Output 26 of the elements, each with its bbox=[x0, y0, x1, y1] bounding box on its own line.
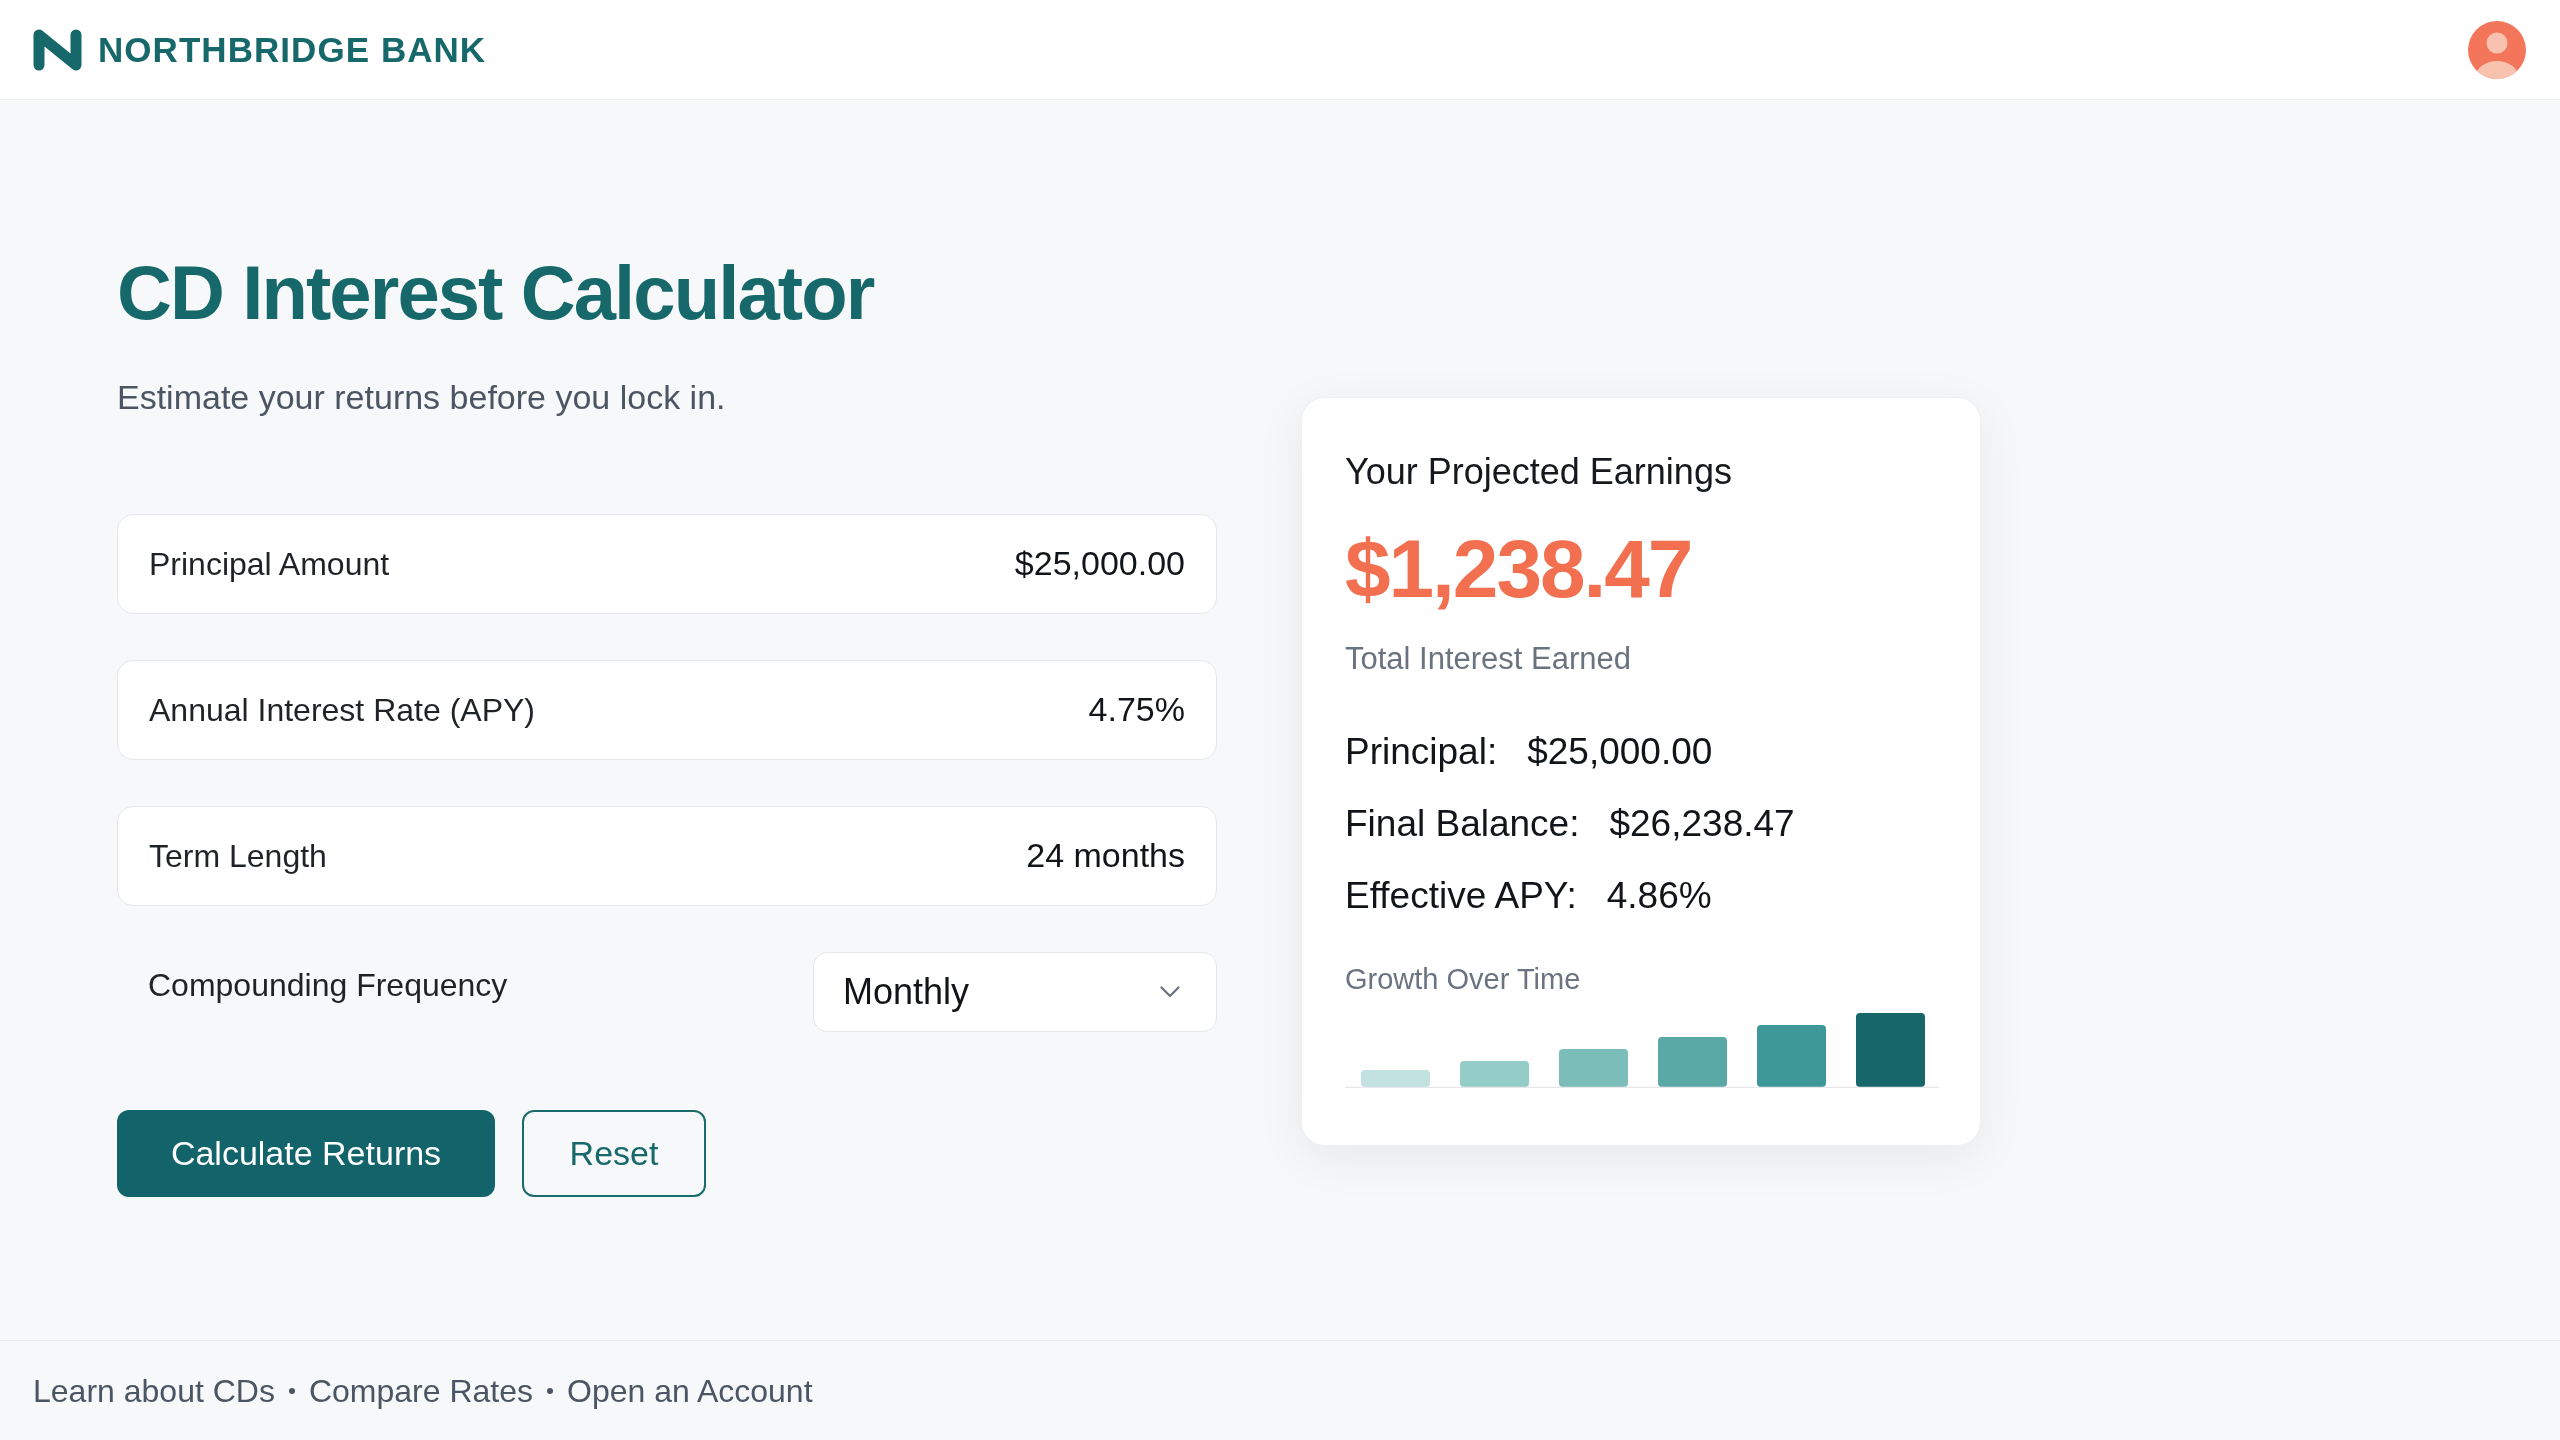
brand-name: NORTHBRIDGE BANK bbox=[98, 32, 487, 67]
input-field[interactable]: Principal Amount $25,000.00 bbox=[117, 513, 1217, 614]
page-subtitle: Estimate your returns before you lock in. bbox=[117, 377, 727, 419]
summary-value: $25,000.00 bbox=[1527, 730, 1713, 775]
summary-value: 4.86% bbox=[1606, 874, 1712, 919]
chart-title: Growth Over Time bbox=[1345, 961, 1582, 997]
input-field[interactable]: Annual Interest Rate (APY) 4.75% bbox=[117, 659, 1217, 760]
input-field[interactable]: Term Length 24 months bbox=[117, 805, 1217, 906]
user-avatar-icon[interactable] bbox=[2468, 20, 2526, 79]
summary-label: Principal: bbox=[1345, 730, 1498, 775]
results-title: Your Projected Earnings bbox=[1345, 450, 1733, 494]
chevron-down-icon bbox=[1160, 985, 1180, 998]
footer-link[interactable]: Learn about CDs bbox=[33, 1366, 275, 1415]
summary-value: $26,238.47 bbox=[1609, 802, 1795, 847]
footer-link[interactable]: Compare Rates bbox=[308, 1366, 533, 1415]
total-interest-amount: $1,238.47 bbox=[1345, 523, 1693, 614]
summary-label: Effective APY: bbox=[1345, 874, 1577, 919]
summary-label: Final Balance: bbox=[1345, 802, 1580, 847]
page-title: CD Interest Calculator bbox=[117, 249, 875, 337]
total-interest-label: Total Interest Earned bbox=[1345, 640, 1633, 678]
reset-button[interactable]: Reset bbox=[522, 1109, 706, 1197]
footer-link[interactable]: Open an Account bbox=[567, 1366, 813, 1415]
dropdown[interactable]: Monthly bbox=[813, 951, 1217, 1032]
field-label: Compounding Frequency bbox=[147, 965, 508, 1005]
logo-icon bbox=[33, 28, 82, 71]
calculate-button[interactable]: Calculate Returns bbox=[117, 1109, 495, 1197]
